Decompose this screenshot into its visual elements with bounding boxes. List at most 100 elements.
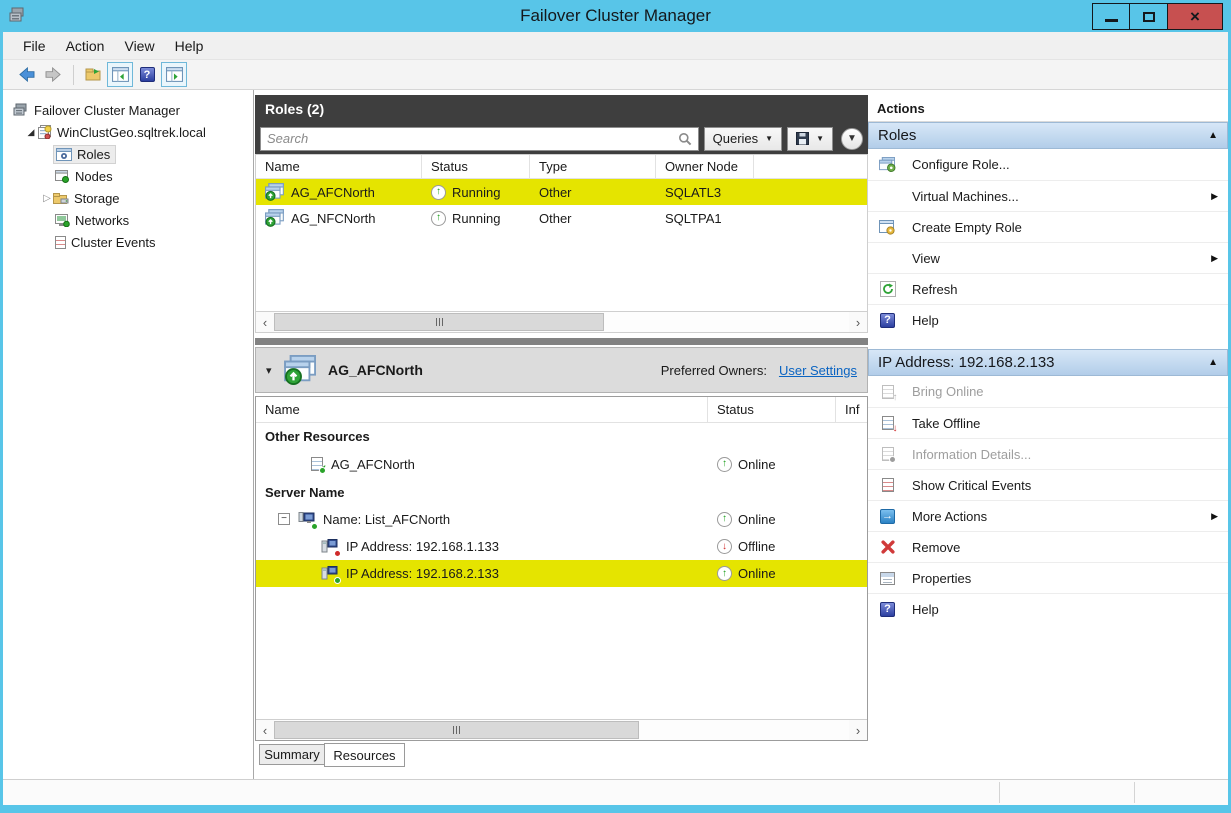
roles-horizontal-scrollbar[interactable]: ‹ › bbox=[256, 311, 867, 332]
menu-action[interactable]: Action bbox=[56, 34, 115, 58]
action-view[interactable]: View ▶ bbox=[868, 242, 1228, 273]
save-query-split-button[interactable]: ▼ bbox=[787, 126, 833, 151]
action-configure-role[interactable]: Configure Role... bbox=[868, 149, 1228, 180]
column-header-name[interactable]: Name bbox=[256, 155, 422, 178]
action-help[interactable]: ? Help bbox=[868, 593, 1228, 624]
column-header-name[interactable]: Name bbox=[256, 397, 708, 422]
action-label: More Actions bbox=[912, 508, 988, 524]
action-pane-icon bbox=[165, 67, 183, 82]
pane-splitter[interactable] bbox=[255, 338, 868, 345]
role-type: Other bbox=[539, 210, 572, 226]
tree-item-label: Storage bbox=[74, 190, 120, 206]
submenu-arrow-icon: ▶ bbox=[1211, 252, 1218, 263]
resource-name: IP Address: 192.168.2.133 bbox=[346, 566, 499, 581]
tab-summary[interactable]: Summary bbox=[259, 744, 325, 765]
scroll-right-arrow[interactable]: › bbox=[849, 312, 867, 332]
role-name: AG_AFCNorth bbox=[291, 184, 375, 200]
ip-address-section-header[interactable]: IP Address: 192.168.2.133 ▲ bbox=[868, 349, 1228, 376]
scroll-left-arrow[interactable]: ‹ bbox=[256, 720, 274, 740]
tab-resources[interactable]: Resources bbox=[324, 743, 405, 767]
server-name-icon bbox=[298, 511, 318, 530]
action-label: Show Critical Events bbox=[912, 477, 1032, 493]
close-button[interactable]: × bbox=[1168, 3, 1223, 30]
export-list-button[interactable] bbox=[80, 62, 106, 87]
roles-table: Name Status Type Owner Node AG_AFCNorth … bbox=[255, 154, 868, 333]
action-pane-toggle-button[interactable] bbox=[161, 62, 187, 87]
action-create-empty-role[interactable]: Create Empty Role bbox=[868, 211, 1228, 242]
status-bar-divider bbox=[999, 782, 1000, 803]
column-header-type[interactable]: Type bbox=[530, 155, 656, 178]
tree-item-nodes[interactable]: Nodes bbox=[3, 165, 253, 187]
action-remove[interactable]: Remove bbox=[868, 531, 1228, 562]
resources-horizontal-scrollbar[interactable]: ‹ › bbox=[256, 719, 867, 740]
tree-item-root[interactable]: Failover Cluster Manager bbox=[3, 99, 253, 121]
information-details-icon bbox=[878, 446, 897, 463]
tree-item-networks[interactable]: Networks bbox=[3, 209, 253, 231]
user-settings-link[interactable]: User Settings bbox=[779, 363, 857, 378]
forward-button[interactable] bbox=[40, 62, 66, 87]
action-help[interactable]: ? Help bbox=[868, 304, 1228, 335]
menu-view[interactable]: View bbox=[114, 34, 164, 58]
help-button[interactable]: ? bbox=[134, 62, 160, 87]
search-row: Queries ▼ ▼ ▼ bbox=[255, 123, 868, 154]
minimize-icon bbox=[1104, 19, 1118, 22]
roles-section-header[interactable]: Roles ▲ bbox=[868, 122, 1228, 149]
resource-status: Online bbox=[738, 566, 776, 581]
scroll-right-arrow[interactable]: › bbox=[849, 720, 867, 740]
action-label: Remove bbox=[912, 539, 961, 555]
scroll-left-arrow[interactable]: ‹ bbox=[256, 312, 274, 332]
resource-status: Offline bbox=[738, 539, 776, 554]
maximize-button[interactable] bbox=[1130, 3, 1168, 30]
column-header-information[interactable]: Inf bbox=[836, 397, 867, 422]
role-type: Other bbox=[539, 184, 572, 200]
action-virtual-machines[interactable]: Virtual Machines... ▶ bbox=[868, 180, 1228, 211]
column-header-status[interactable]: Status bbox=[422, 155, 530, 178]
collapse-section-icon[interactable]: ▲ bbox=[1208, 357, 1218, 368]
tree-item-roles[interactable]: Roles bbox=[3, 143, 253, 165]
ip-address-icon bbox=[321, 539, 341, 557]
search-input[interactable] bbox=[267, 131, 678, 146]
tree-item-cluster-events[interactable]: Cluster Events bbox=[3, 231, 253, 253]
scrollbar-track[interactable] bbox=[274, 312, 849, 332]
resource-row-ip-2[interactable]: IP Address: 192.168.2.133 ↑ Online bbox=[256, 560, 867, 587]
tree-item-storage[interactable]: ▷ Storage bbox=[3, 187, 253, 209]
results-pane: Roles (2) Queries ▼ bbox=[255, 95, 868, 773]
role-owner-node: SQLATL3 bbox=[665, 184, 722, 200]
show-critical-events-icon bbox=[878, 477, 897, 494]
title-bar[interactable]: Failover Cluster Manager × bbox=[0, 0, 1231, 32]
minimize-button[interactable] bbox=[1092, 3, 1130, 30]
column-header-status[interactable]: Status bbox=[708, 397, 836, 422]
resource-name: Name: List_AFCNorth bbox=[323, 511, 451, 527]
resource-row-list-afcnorth[interactable]: − Name: List_AFCNorth ↑ Online bbox=[256, 505, 867, 533]
action-take-offline[interactable]: ↓ Take Offline bbox=[868, 407, 1228, 438]
resource-row-ag-afcnorth[interactable]: ✓ AG_AFCNorth ↑ Online bbox=[256, 449, 867, 479]
action-show-critical-events[interactable]: Show Critical Events bbox=[868, 469, 1228, 500]
tree-item-label: Failover Cluster Manager bbox=[34, 102, 180, 118]
cluster-icon bbox=[37, 125, 52, 139]
scrollbar-track[interactable] bbox=[274, 720, 849, 740]
collapse-search-button[interactable]: ▼ bbox=[841, 127, 863, 150]
menu-file[interactable]: File bbox=[13, 34, 56, 58]
back-button[interactable] bbox=[13, 62, 39, 87]
role-row-ag-afcnorth[interactable]: AG_AFCNorth ↑ Running Other SQLATL3 bbox=[256, 179, 867, 205]
tree-item-cluster[interactable]: ◢ WinClustGeo.sqltrek.local bbox=[3, 121, 253, 143]
collapse-detail-icon[interactable]: ▾ bbox=[266, 364, 284, 377]
action-more-actions[interactable]: → More Actions ▶ bbox=[868, 500, 1228, 531]
collapse-section-icon[interactable]: ▲ bbox=[1208, 130, 1218, 141]
scrollbar-thumb[interactable] bbox=[274, 313, 604, 331]
expanded-caret-icon[interactable]: ◢ bbox=[25, 127, 37, 138]
action-properties[interactable]: Properties bbox=[868, 562, 1228, 593]
scrollbar-thumb[interactable] bbox=[274, 721, 639, 739]
action-refresh[interactable]: Refresh bbox=[868, 273, 1228, 304]
role-row-ag-nfcnorth[interactable]: AG_NFCNorth ↑ Running Other SQLTPA1 bbox=[256, 205, 867, 231]
properties-icon bbox=[878, 570, 897, 587]
column-header-owner-node[interactable]: Owner Node bbox=[656, 155, 754, 178]
resources-table-header: Name Status Inf bbox=[256, 397, 867, 423]
console-tree-toggle-button[interactable] bbox=[107, 62, 133, 87]
queries-dropdown-button[interactable]: Queries ▼ bbox=[703, 126, 783, 151]
collapsed-caret-icon[interactable]: ▷ bbox=[41, 193, 53, 204]
collapse-row-button[interactable]: − bbox=[278, 513, 290, 525]
resource-row-ip-1[interactable]: IP Address: 192.168.1.133 ↓ Offline bbox=[256, 533, 867, 560]
menu-help[interactable]: Help bbox=[165, 34, 214, 58]
resource-status: Online bbox=[738, 511, 776, 527]
